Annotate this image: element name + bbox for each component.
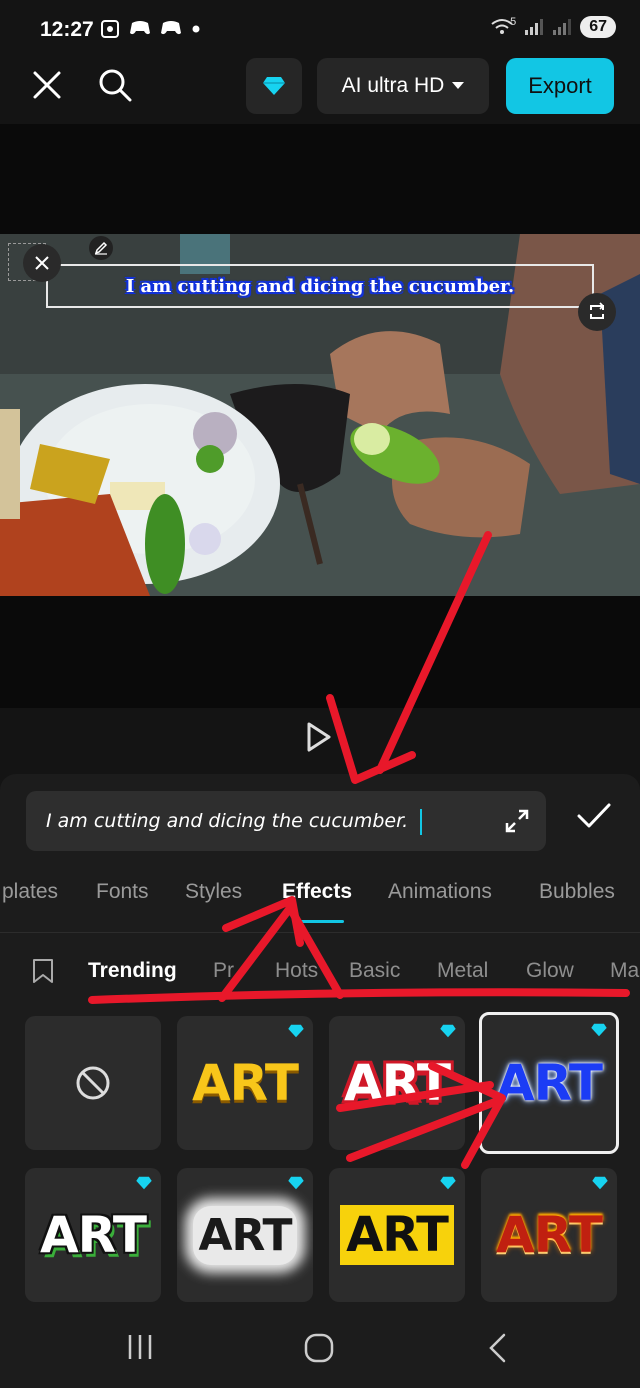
- battery-indicator: 67: [580, 16, 616, 38]
- subtab-trending[interactable]: Trending: [88, 959, 177, 983]
- quality-dropdown[interactable]: AI ultra HD: [317, 58, 489, 114]
- premium-diamond-icon: [136, 1176, 152, 1190]
- export-button[interactable]: Export: [506, 58, 614, 114]
- system-navigation-bar: [0, 1310, 640, 1388]
- caption-text: I am cutting and dicing the cucumber.: [125, 276, 515, 297]
- effect-tile-none[interactable]: [25, 1016, 161, 1150]
- close-icon: [35, 256, 49, 270]
- effect-preview-text: ART: [495, 1206, 603, 1264]
- tabs-divider: [0, 932, 640, 933]
- tab-effects[interactable]: Effects: [282, 880, 352, 904]
- play-button[interactable]: [306, 722, 332, 757]
- none-icon: [76, 1066, 110, 1100]
- premium-diamond-icon: [591, 1023, 607, 1037]
- status-time: 12:27: [40, 18, 94, 41]
- premium-diamond-icon: [440, 1176, 456, 1190]
- signal-icon: [553, 19, 572, 35]
- top-toolbar: AI ultra HD Export: [0, 56, 640, 116]
- effect-preview-text: ART: [39, 1206, 147, 1264]
- caret-down-icon: [452, 82, 465, 89]
- close-button[interactable]: [24, 60, 70, 110]
- premium-diamond-icon: [288, 1176, 304, 1190]
- subtab-basic[interactable]: Basic: [349, 959, 400, 983]
- subtab-metal[interactable]: Metal: [437, 959, 488, 983]
- premium-diamond-icon: [592, 1176, 608, 1190]
- text-editor-sheet: plates Fonts Styles Effects Animations B…: [0, 774, 640, 1388]
- search-icon: [99, 69, 132, 102]
- status-notification-icons: [100, 19, 201, 39]
- back-button[interactable]: [486, 1332, 510, 1369]
- editor-tabs: plates Fonts Styles Effects Animations B…: [0, 874, 640, 926]
- checkmark-icon: [577, 803, 611, 828]
- caption-edit-handle[interactable]: [89, 236, 113, 260]
- play-icon: [307, 722, 331, 752]
- signal-icon: [525, 19, 544, 35]
- back-icon: [489, 1333, 506, 1363]
- effect-categories: Trending Pr Hots Basic Metal Glow Ma: [0, 954, 640, 994]
- tab-templates[interactable]: plates: [2, 880, 58, 904]
- home-button[interactable]: [303, 1332, 335, 1369]
- home-icon: [304, 1333, 334, 1363]
- effect-tile-red-outline[interactable]: ART: [329, 1016, 465, 1150]
- status-system-icons: 5 67: [490, 16, 616, 38]
- recent-apps-button[interactable]: [126, 1332, 154, 1367]
- expand-button[interactable]: [504, 808, 530, 839]
- diamond-icon: [263, 77, 285, 95]
- effect-preview-text: ART: [343, 1054, 451, 1112]
- effect-preview-text: ART: [191, 1054, 299, 1112]
- pencil-icon: [94, 241, 108, 255]
- saved-effects-button[interactable]: [32, 958, 54, 989]
- active-tab-indicator: [298, 920, 344, 923]
- tab-bubbles[interactable]: Bubbles: [539, 880, 615, 904]
- premium-diamond-icon: [288, 1024, 304, 1038]
- effect-tile-blue-glow[interactable]: ART: [479, 1012, 619, 1154]
- premium-diamond-icon: [440, 1024, 456, 1038]
- pro-button[interactable]: [246, 58, 302, 114]
- playback-bar: [0, 708, 640, 778]
- effect-tile-black-yellow[interactable]: ART: [329, 1168, 465, 1302]
- effect-tile-fire[interactable]: ART: [481, 1168, 617, 1302]
- caption-selection-box[interactable]: I am cutting and dicing the cucumber.: [46, 264, 594, 308]
- close-icon: [33, 71, 61, 99]
- rotate-scale-icon: [590, 302, 605, 319]
- expand-icon: [505, 809, 529, 833]
- effect-tile-yellow[interactable]: ART: [177, 1016, 313, 1150]
- dot-icon: [192, 25, 200, 33]
- caption-delete-handle[interactable]: [23, 244, 61, 282]
- network-type-label: 5: [510, 16, 517, 28]
- text-cursor: [420, 809, 422, 835]
- confirm-button[interactable]: [572, 794, 616, 838]
- subtab-glow[interactable]: Glow: [526, 959, 574, 983]
- quality-label: AI ultra HD: [341, 74, 445, 97]
- status-bar: 12:27 5 67: [0, 0, 640, 60]
- recent-apps-icon: [128, 1335, 152, 1359]
- subtab-hots[interactable]: Hots: [275, 959, 318, 983]
- effect-tile-green-outline[interactable]: ART: [25, 1168, 161, 1302]
- screenshot-icon: [101, 20, 119, 38]
- game-icon: [161, 21, 181, 35]
- bookmark-icon: [33, 959, 53, 983]
- game-icon: [130, 21, 150, 35]
- subtab-pro[interactable]: Pr: [213, 959, 234, 983]
- subtab-more[interactable]: Ma: [610, 959, 639, 983]
- caption-rotate-handle[interactable]: [578, 293, 616, 331]
- effect-tile-cloud[interactable]: ART: [177, 1168, 313, 1302]
- tab-styles[interactable]: Styles: [185, 880, 242, 904]
- caption-input-box: [26, 791, 546, 851]
- search-button[interactable]: [92, 60, 138, 110]
- effect-preview-text: ART: [495, 1054, 603, 1112]
- tab-animations[interactable]: Animations: [388, 880, 492, 904]
- tab-fonts[interactable]: Fonts: [96, 880, 149, 904]
- effect-preview-text: ART: [340, 1205, 454, 1265]
- effect-preview-text: ART: [192, 1205, 298, 1265]
